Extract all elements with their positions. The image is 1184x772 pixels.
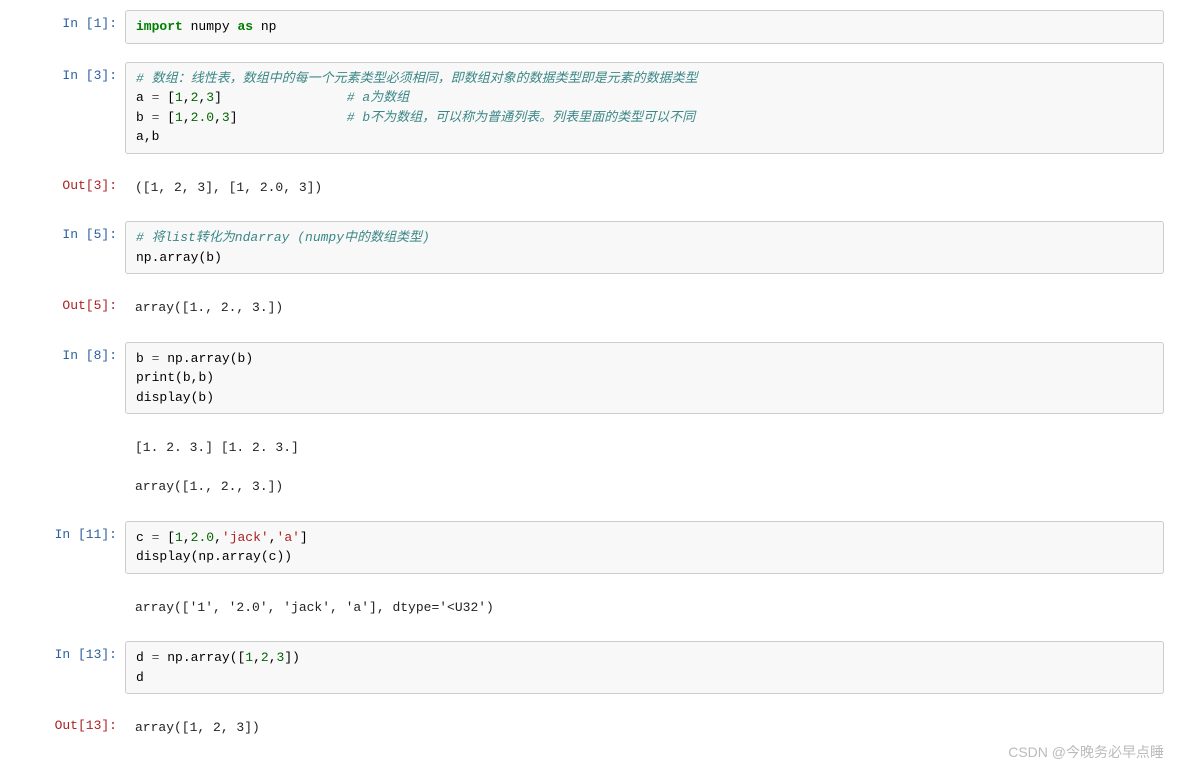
output-text: ([1, 2, 3], [1, 2.0, 3]) xyxy=(125,172,1164,204)
stream-text: array(['1', '2.0', 'jack', 'a'], dtype='… xyxy=(125,592,1164,624)
out-prompt: Out[3]: xyxy=(20,172,125,204)
stream-cell: [1. 2. 3.] [1. 2. 3.] array([1., 2., 3.]… xyxy=(20,432,1164,503)
input-cell: In [13]:d = np.array([1,2,3]) d xyxy=(20,641,1164,694)
output-text: array([1, 2, 3]) xyxy=(125,712,1164,744)
output-cell: Out[3]:([1, 2, 3], [1, 2.0, 3]) xyxy=(20,172,1164,204)
stream-text: [1. 2. 3.] [1. 2. 3.] array([1., 2., 3.]… xyxy=(125,432,1164,503)
out-prompt: Out[5]: xyxy=(20,292,125,324)
output-text: array([1., 2., 3.]) xyxy=(125,292,1164,324)
in-prompt: In [5]: xyxy=(20,221,125,274)
input-cell: In [5]:# 将list转化为ndarray (numpy中的数组类型) n… xyxy=(20,221,1164,274)
output-cell: Out[5]:array([1., 2., 3.]) xyxy=(20,292,1164,324)
in-prompt: In [8]: xyxy=(20,342,125,415)
in-prompt: In [3]: xyxy=(20,62,125,154)
code-input[interactable]: # 将list转化为ndarray (numpy中的数组类型) np.array… xyxy=(125,221,1164,274)
stream-cell: array(['1', '2.0', 'jack', 'a'], dtype='… xyxy=(20,592,1164,624)
in-prompt: In [1]: xyxy=(20,10,125,44)
blank-prompt xyxy=(20,432,125,503)
output-cell: Out[13]:array([1, 2, 3]) xyxy=(20,712,1164,744)
code-input[interactable]: d = np.array([1,2,3]) d xyxy=(125,641,1164,694)
code-input[interactable]: c = [1,2.0,'jack','a'] display(np.array(… xyxy=(125,521,1164,574)
input-cell: In [11]:c = [1,2.0,'jack','a'] display(n… xyxy=(20,521,1164,574)
input-cell: In [1]:import numpy as np xyxy=(20,10,1164,44)
in-prompt: In [13]: xyxy=(20,641,125,694)
code-input[interactable]: b = np.array(b) print(b,b) display(b) xyxy=(125,342,1164,415)
blank-prompt xyxy=(20,592,125,624)
code-input[interactable]: # 数组：线性表，数组中的每一个元素类型必须相同，即数组对象的数据类型即是元素的… xyxy=(125,62,1164,154)
code-input[interactable]: import numpy as np xyxy=(125,10,1164,44)
input-cell: In [3]:# 数组：线性表，数组中的每一个元素类型必须相同，即数组对象的数据… xyxy=(20,62,1164,154)
out-prompt: Out[13]: xyxy=(20,712,125,744)
notebook: In [1]:import numpy as npIn [3]:# 数组：线性表… xyxy=(20,10,1164,744)
in-prompt: In [11]: xyxy=(20,521,125,574)
watermark: CSDN @今晚务必早点睡 xyxy=(1008,742,1164,762)
input-cell: In [8]:b = np.array(b) print(b,b) displa… xyxy=(20,342,1164,415)
